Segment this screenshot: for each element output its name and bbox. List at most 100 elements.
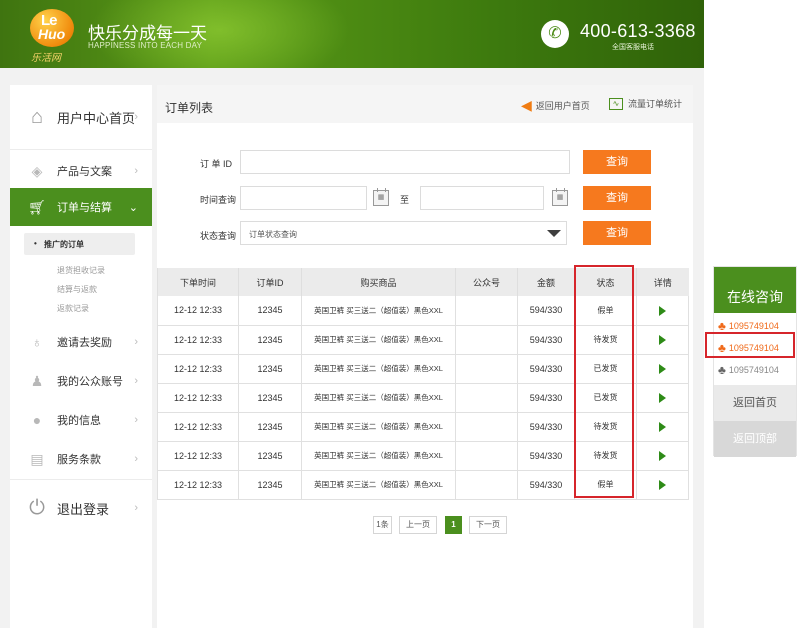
- play-icon[interactable]: [659, 334, 666, 345]
- cell-account: [455, 441, 518, 471]
- play-icon[interactable]: [659, 363, 666, 374]
- back-to-home-button[interactable]: 返回首页: [714, 385, 796, 421]
- cell-account: [455, 296, 518, 326]
- page-1-button[interactable]: 1: [445, 516, 462, 534]
- site-header: Le Huo 乐活网 快乐分成每一天 HAPPINESS INTO EACH D…: [0, 0, 704, 68]
- sidebar-item-home-label: 用户中心首页: [57, 110, 136, 126]
- sidebar-item-logout[interactable]: ⏻ 退出登录 ›: [10, 490, 152, 526]
- play-icon[interactable]: [659, 479, 666, 490]
- document-icon: ▤: [30, 450, 44, 467]
- cell-id: 12345: [238, 412, 302, 442]
- cell-status: 待发货: [574, 412, 637, 442]
- bullet: •: [34, 239, 37, 248]
- phone-icon: ✆: [541, 20, 569, 48]
- col-header-time: 下单时间: [157, 268, 239, 296]
- cell-amount: 594/330: [517, 354, 575, 384]
- sidebar-item-terms[interactable]: ▤ 服务条款 ›: [10, 444, 152, 474]
- back-to-top-button[interactable]: 返回顶部: [714, 421, 796, 457]
- cell-goods: 英国卫裤 买三送二（超值装）黑色XXL: [301, 354, 456, 384]
- cell-time: 12-12 12:33: [157, 383, 239, 413]
- query-status-button[interactable]: 查询: [583, 221, 651, 245]
- col-header-goods: 购买商品: [301, 268, 456, 296]
- cell-detail[interactable]: [636, 412, 689, 442]
- qq-icon: ♣: [718, 363, 726, 377]
- status-select[interactable]: 订单状态查询: [240, 221, 567, 245]
- power-icon: ⏻: [29, 496, 45, 519]
- table-row: 12-12 12:33 12345 英国卫裤 买三送二（超值装）黑色XXL 59…: [157, 296, 689, 326]
- sidebar-item-label: 订单与结算: [57, 202, 112, 214]
- sidebar-item-label: 我的公众账号: [57, 376, 123, 388]
- sub-item-refunds[interactable]: 返款记录: [57, 303, 89, 314]
- cell-detail[interactable]: [636, 470, 689, 500]
- qq-contact-1[interactable]: ♣ 1095749104: [718, 319, 779, 333]
- query-order-id-button[interactable]: 查询: [583, 150, 651, 174]
- col-header-id: 订单ID: [238, 268, 302, 296]
- cell-detail[interactable]: [636, 383, 689, 413]
- cell-amount: 594/330: [517, 296, 575, 326]
- sidebar-item-orders[interactable]: 🛒︎ 订单与结算 ⌄: [10, 188, 152, 226]
- status-query-label: 状态查询: [200, 231, 237, 241]
- sidebar-item-account[interactable]: ♟ 我的公众账号 ›: [10, 366, 152, 396]
- qq-contact-3[interactable]: ♣ 1095749104: [718, 363, 779, 377]
- sub-item-settlement[interactable]: 结算与返款: [57, 284, 97, 295]
- end-date-input[interactable]: [420, 186, 544, 210]
- start-date-input[interactable]: [240, 186, 367, 210]
- message-icon: ●: [32, 412, 42, 428]
- page-title: 订单列表: [165, 101, 214, 115]
- traffic-stats-link[interactable]: ∿ 流量订单统计: [609, 97, 682, 110]
- time-query-label: 时间查询: [200, 195, 237, 205]
- prev-page-button[interactable]: 上一页: [399, 516, 437, 534]
- cell-time: 12-12 12:33: [157, 354, 239, 384]
- cell-time: 12-12 12:33: [157, 441, 239, 471]
- table-row: 12-12 12:33 12345 英国卫裤 买三送二（超值装）黑色XXL 59…: [157, 354, 689, 384]
- qq-number: 1095749104: [728, 365, 779, 375]
- play-icon[interactable]: [659, 305, 666, 316]
- table-row: 12-12 12:33 12345 英国卫裤 买三送二（超值装）黑色XXL 59…: [157, 383, 689, 413]
- sidebar-item-products[interactable]: ◈ 产品与文案 ›: [10, 155, 152, 187]
- play-icon[interactable]: [659, 450, 666, 461]
- chevron-right-icon: ›: [134, 165, 138, 177]
- order-id-input[interactable]: [240, 150, 570, 174]
- play-icon[interactable]: [659, 392, 666, 403]
- cell-account: [455, 412, 518, 442]
- sub-item-label: 推广的订单: [44, 240, 84, 249]
- sub-item-returns[interactable]: 退货担收记录: [57, 265, 105, 276]
- sidebar-item-info[interactable]: ● 我的信息 ›: [10, 405, 152, 435]
- cell-detail[interactable]: [636, 354, 689, 384]
- logo-cn: 乐活网: [31, 53, 61, 64]
- sidebar-divider: [10, 479, 152, 480]
- cell-amount: 594/330: [517, 412, 575, 442]
- table-header-row: 下单时间 订单ID 购买商品 公众号 金额 状态 详情: [157, 268, 689, 296]
- qq-contact-2[interactable]: ♣ 1095749104: [718, 341, 779, 355]
- chevron-down-icon: ⌄: [128, 201, 138, 214]
- qq-icon: ♣: [718, 319, 726, 333]
- slogan-en: HAPPINESS INTO EACH DAY: [88, 41, 203, 50]
- sidebar-item-home[interactable]: ⌂ 用户中心首页 ›: [10, 85, 152, 149]
- cell-id: 12345: [238, 383, 302, 413]
- cell-detail[interactable]: [636, 441, 689, 471]
- sidebar-item-invite[interactable]: ♁ 邀请去奖励 ›: [10, 327, 152, 357]
- orders-table: 下单时间 订单ID 购买商品 公众号 金额 状态 详情 12-12 12:33 …: [157, 268, 689, 500]
- cell-status: 已发货: [574, 383, 637, 413]
- caret-down-icon: [547, 230, 561, 237]
- cell-amount: 594/330: [517, 470, 575, 500]
- next-page-button[interactable]: 下一页: [469, 516, 507, 534]
- play-icon[interactable]: [659, 421, 666, 432]
- date-range-separator: 至: [400, 195, 410, 205]
- cell-status: 已发货: [574, 354, 637, 384]
- back-home-link[interactable]: ◀ 返回用户首页: [521, 97, 590, 114]
- query-time-button[interactable]: 查询: [583, 186, 651, 210]
- table-row: 12-12 12:33 12345 英国卫裤 买三送二（超值装）黑色XXL 59…: [157, 470, 689, 500]
- cell-detail[interactable]: [636, 296, 689, 326]
- site-logo[interactable]: Le Huo 乐活网: [28, 9, 78, 64]
- chevron-right-icon: ›: [134, 502, 138, 514]
- calendar-icon[interactable]: ▦: [552, 188, 568, 206]
- cell-amount: 594/330: [517, 441, 575, 471]
- cell-status: 待发货: [574, 441, 637, 471]
- sub-item-promoted-orders[interactable]: • 推广的订单: [24, 233, 135, 255]
- calendar-icon[interactable]: ▦: [373, 188, 389, 206]
- sidebar-item-label: 邀请去奖励: [57, 337, 112, 349]
- cell-detail[interactable]: [636, 325, 689, 355]
- chevron-right-icon: ›: [134, 375, 138, 387]
- cell-status: 假单: [574, 470, 637, 500]
